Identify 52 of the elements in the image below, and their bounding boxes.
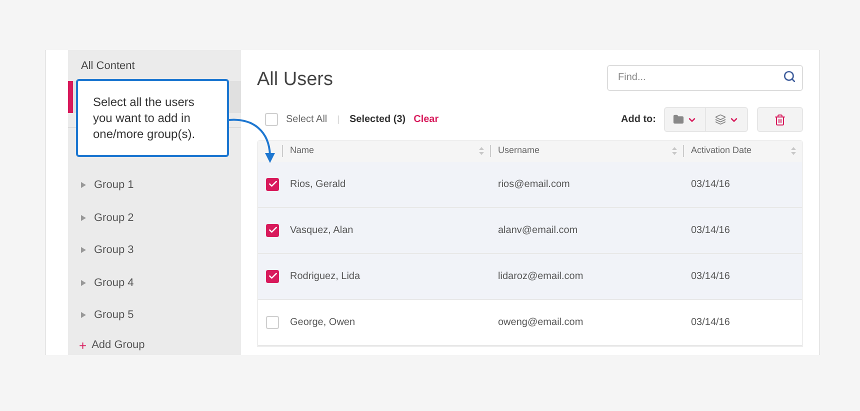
caret-icon bbox=[81, 214, 86, 221]
group-item[interactable]: Group 2 bbox=[68, 202, 241, 234]
table-row[interactable]: Vasquez, Alan alanv@email.com 03/14/16 bbox=[258, 208, 802, 254]
group-item[interactable]: Group 4 bbox=[68, 266, 241, 299]
search-field[interactable]: Find... bbox=[607, 64, 803, 90]
table-cell: rios@email.com bbox=[498, 178, 570, 190]
table-cell: Vasquez, Alan bbox=[290, 224, 354, 236]
column-header[interactable]: Name bbox=[290, 144, 314, 158]
table-row[interactable]: Rodriguez, Lida lidaroz@email.com 03/14/16 bbox=[258, 254, 802, 300]
trash-icon bbox=[774, 114, 786, 126]
caret-icon bbox=[81, 312, 86, 318]
layers-dropdown[interactable] bbox=[706, 107, 748, 132]
table-row[interactable]: Rios, Gerald rios@email.com 03/14/16 bbox=[258, 162, 802, 208]
table-cell: Rodriguez, Lida bbox=[290, 270, 360, 282]
group-item[interactable]: Group 1 bbox=[68, 169, 241, 202]
caret-icon bbox=[81, 182, 86, 188]
checkbox[interactable] bbox=[266, 316, 279, 328]
caret-icon bbox=[81, 247, 86, 254]
clear-link[interactable]: Clear bbox=[414, 112, 439, 127]
caret-icon bbox=[81, 280, 86, 286]
column-header[interactable]: Activation Date bbox=[691, 144, 752, 158]
folder-icon bbox=[673, 114, 684, 125]
layers-icon bbox=[714, 114, 726, 125]
add-to-label: Add to: bbox=[621, 113, 656, 127]
checkbox[interactable] bbox=[266, 224, 279, 236]
add-group-link[interactable]: + Add Group bbox=[68, 336, 241, 355]
column-header[interactable]: Username bbox=[498, 144, 540, 158]
table-cell: alanv@email.com bbox=[498, 224, 578, 236]
search-icon[interactable] bbox=[783, 70, 796, 83]
hint-tooltip: Select all the users you want to add in one/more group(s). bbox=[76, 79, 229, 157]
select-all-label[interactable]: Select All bbox=[286, 112, 328, 127]
separator: | bbox=[337, 112, 340, 126]
table-cell: 03/14/16 bbox=[691, 178, 730, 190]
checkbox[interactable] bbox=[265, 113, 278, 126]
table-cell: Rios, Gerald bbox=[290, 178, 346, 190]
folder-dropdown[interactable] bbox=[664, 107, 706, 132]
delete-button[interactable] bbox=[757, 107, 803, 132]
callout-arrow bbox=[229, 117, 277, 165]
table-cell: oweng@email.com bbox=[498, 316, 584, 328]
table-cell: 03/14/16 bbox=[691, 224, 730, 236]
checkbox[interactable] bbox=[266, 178, 279, 190]
table-cell: 03/14/16 bbox=[691, 270, 730, 282]
table-cell: George, Owen bbox=[290, 316, 356, 328]
checkbox[interactable] bbox=[266, 270, 279, 282]
page-title: All Users bbox=[257, 68, 334, 92]
table-row[interactable]: George, Owen oweng@email.com 03/14/16 bbox=[258, 300, 802, 346]
sidebar-heading: All Content bbox=[80, 59, 136, 72]
selected-count: Selected (3) bbox=[349, 113, 406, 127]
group-item[interactable]: Group 5 bbox=[68, 299, 241, 332]
table-cell: 03/14/16 bbox=[691, 316, 730, 328]
group-item[interactable]: Group 3 bbox=[68, 234, 241, 266]
table-cell: lidaroz@email.com bbox=[498, 270, 584, 282]
